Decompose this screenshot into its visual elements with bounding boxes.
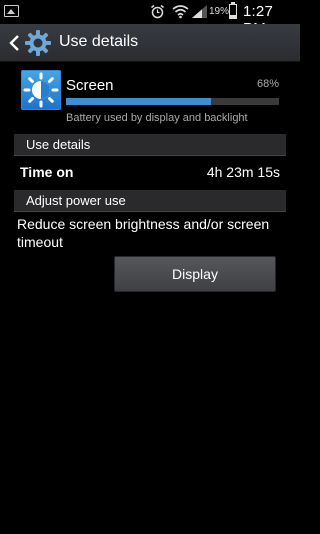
- battery-icon: [229, 2, 237, 19]
- signal-icon: [192, 5, 207, 18]
- use-details-header-label: Use details: [26, 137, 91, 152]
- page-title: Use details: [59, 33, 139, 50]
- adjust-power-header: Adjust power use: [14, 190, 286, 212]
- brightness-sun-icon: [21, 70, 61, 110]
- app-name: Screen: [66, 77, 114, 94]
- display-button[interactable]: Display: [114, 256, 276, 292]
- app-usage-percent: 68%: [256, 78, 279, 90]
- back-arrow-icon[interactable]: [7, 34, 23, 52]
- wifi-icon: [172, 5, 189, 19]
- use-details-header: Use details: [14, 134, 286, 156]
- usage-progress-fill: [66, 98, 211, 105]
- app-description: Battery used by display and backlight: [66, 112, 248, 124]
- time-on-label: Time on: [20, 164, 74, 180]
- time-on-row: Time on 4h 23m 15s: [20, 160, 280, 186]
- time-on-value: 4h 23m 15s: [206, 164, 280, 180]
- settings-gear-icon[interactable]: [24, 29, 52, 57]
- adjust-power-header-label: Adjust power use: [26, 193, 126, 208]
- alarm-icon: [151, 4, 164, 19]
- app-usage-row: Screen 68% Battery used by display and b…: [0, 62, 300, 130]
- adjust-power-text: Reduce screen brightness and/or screen t…: [17, 216, 270, 250]
- usage-progress-bar: [66, 98, 279, 105]
- status-bar: 19% 1:27 PM: [0, 0, 300, 37]
- action-bar: Use details: [0, 24, 300, 62]
- battery-percent: 19%: [209, 6, 230, 17]
- picture-icon: [4, 5, 19, 17]
